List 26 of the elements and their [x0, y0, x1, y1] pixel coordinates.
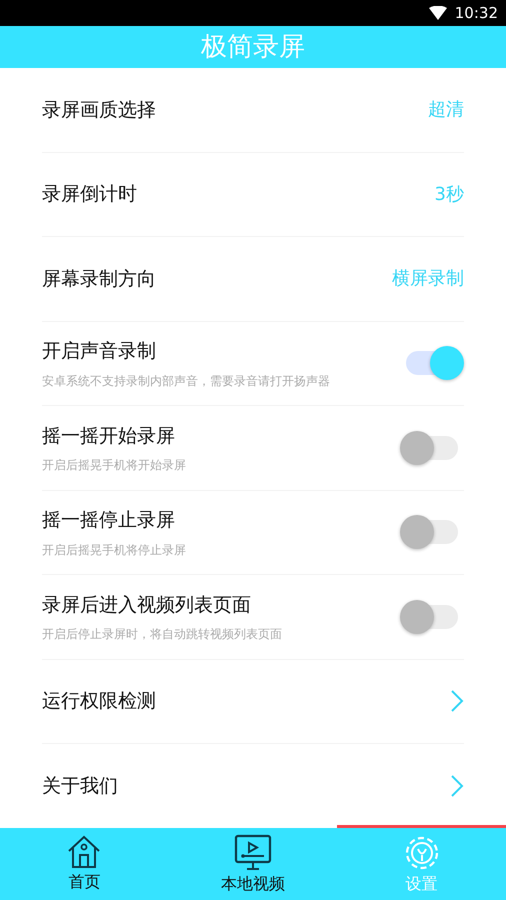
setting-label: 录屏倒计时 [42, 182, 137, 207]
setting-label: 摇一摇开始录屏 [42, 424, 176, 448]
setting-value[interactable]: 横屏录制 [392, 265, 464, 292]
wifi-icon [428, 6, 447, 20]
nav-tab[interactable]: 本地视频 [168, 828, 338, 900]
setting-hint: 开启后摇晃手机将停止录屏 [42, 542, 186, 558]
clock: 10:32 [454, 2, 498, 24]
setting-label: 关于我们 [42, 774, 118, 799]
setting-value[interactable]: 3秒 [434, 180, 464, 208]
setting-label: 摇一摇停止录屏 [42, 508, 176, 533]
setting-hint: 开启后停止录屏时，将自动跳转视频列表页面 [42, 626, 282, 643]
monitor-play-icon [234, 834, 272, 872]
setting-label: 录屏后进入视频列表页面 [42, 592, 252, 618]
nav-tab[interactable]: 设置 [337, 828, 506, 900]
chevron-icon[interactable] [450, 689, 464, 714]
setting-label: 屏幕录制方向 [42, 266, 156, 292]
nav-tab[interactable]: 首页 [0, 828, 169, 900]
app-title: 极简录屏 [201, 30, 305, 64]
setting-label: 录屏画质选择 [42, 98, 156, 122]
setting-label: 运行权限检测 [42, 689, 156, 714]
setting-label: 开启声音录制 [42, 339, 157, 364]
setting-value[interactable]: 超清 [428, 96, 464, 124]
setting-hint: 安卓系统不支持录制内部声音，需要录音请打开扬声器 [42, 372, 330, 390]
house-icon [66, 834, 102, 870]
chevron-icon[interactable] [450, 774, 464, 798]
setting-hint: 开启后摇晃手机将开始录屏 [42, 457, 186, 474]
